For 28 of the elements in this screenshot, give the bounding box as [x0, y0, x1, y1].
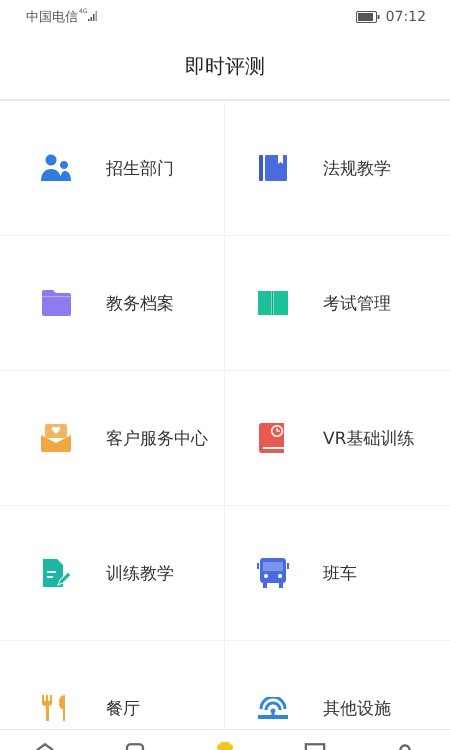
battery-icon	[356, 11, 380, 23]
clipboard-icon	[217, 742, 233, 750]
envelope-icon	[41, 424, 71, 452]
clock-book-icon	[259, 423, 284, 453]
open-book-icon	[258, 291, 288, 315]
clock-time: 07:12	[386, 9, 426, 25]
book-icon	[259, 155, 287, 181]
chat-icon	[126, 743, 144, 750]
carrier-name: 中国电信	[26, 9, 78, 26]
menu-tile[interactable]: 考试管理	[225, 236, 450, 371]
menu-tile[interactable]: 教务档案	[0, 236, 225, 371]
antenna-icon	[258, 697, 288, 719]
document-edit-icon	[43, 559, 71, 587]
menu-tile[interactable]: 训练教学	[0, 506, 225, 641]
fork-knife-icon	[42, 695, 65, 721]
monitor-icon	[304, 743, 326, 750]
menu-tile[interactable]: 客户服务中心	[0, 371, 225, 506]
folder-icon	[42, 290, 71, 316]
people-icon	[41, 154, 71, 181]
page-title: 即时评测	[185, 53, 265, 80]
menu-tile[interactable]: 法规教学	[225, 101, 450, 236]
menu-tile[interactable]: 班车	[225, 506, 450, 641]
signal-icon	[88, 11, 98, 21]
menu-tile[interactable]: 招生部门	[0, 101, 225, 236]
bus-icon	[257, 558, 289, 588]
menu-tile[interactable]: VR基础训练	[225, 371, 450, 506]
home-icon	[36, 742, 54, 750]
person-icon	[399, 744, 411, 750]
